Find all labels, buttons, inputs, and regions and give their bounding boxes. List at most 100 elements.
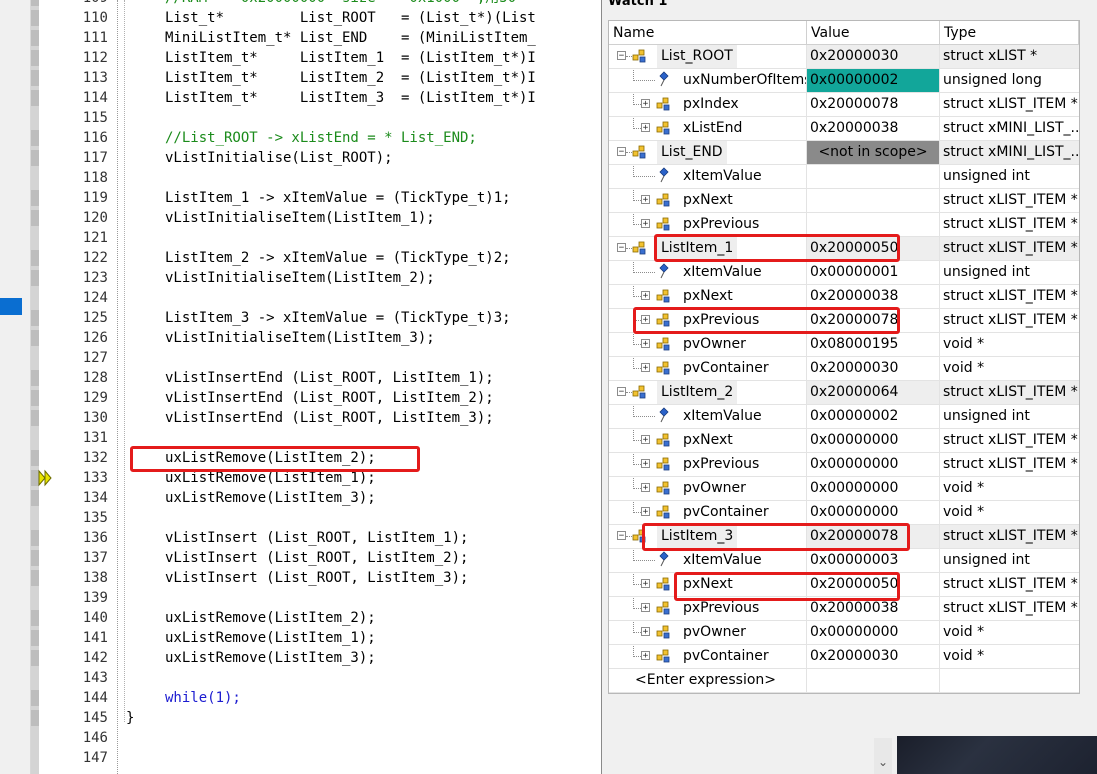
code-line[interactable]: 114 ListItem_t* ListItem_3 = (ListItem_t*… [0,88,604,108]
watch-row[interactable]: + pxPrevious 0x00000000 struct xLIST_ITEM * [609,453,1079,477]
watch-cell-value[interactable]: 0x20000030 [807,357,940,381]
watch-row[interactable]: + pvContainer 0x20000030 void * [609,357,1079,381]
watch-cell-name[interactable]: − ListItem_3 [609,525,807,549]
watch-cell-name[interactable]: xItemValue [609,549,807,573]
watch-row[interactable]: + xListEnd 0x20000038 struct xMINI_LIST_... [609,117,1079,141]
code-line[interactable]: 109 //RAM 0x20000000 size 0x1000 ,用50 [0,0,604,8]
code-line[interactable]: 112 ListItem_t* ListItem_1 = (ListItem_t*… [0,48,604,68]
watch-cell-name[interactable]: uxNumberOfItems [609,69,807,93]
watch-row[interactable]: + pxNext struct xLIST_ITEM * [609,189,1079,213]
collapse-icon[interactable]: − [617,387,626,397]
watch-cell-value[interactable] [807,669,940,693]
watch-cell-value[interactable] [807,213,940,237]
watch-row[interactable]: <Enter expression> [609,669,1079,693]
expand-icon[interactable]: + [641,435,650,445]
watch-row[interactable]: + pvOwner 0x08000195 void * [609,333,1079,357]
watch-cell-name[interactable]: + pxPrevious [609,213,807,237]
code-line[interactable]: 140 uxListRemove(ListItem_2); [0,608,604,628]
expand-icon[interactable]: + [641,363,650,373]
watch-cell-name[interactable]: + pxIndex [609,93,807,117]
code-line[interactable]: 124 [0,288,604,308]
watch-cell-name[interactable]: xItemValue [609,261,807,285]
code-line[interactable]: 116 //List_ROOT -> xListEnd = * List_END; [0,128,604,148]
watch-cell-name[interactable]: + pvOwner [609,621,807,645]
watch-row[interactable]: − ListItem_1 0x20000050 struct xLIST_ITEM * [609,237,1079,261]
watch-cell-name[interactable]: − ListItem_1 [609,237,807,261]
code-line[interactable]: 120 vListInitialiseItem(ListItem_1); [0,208,604,228]
watch-row[interactable]: + pvOwner 0x00000000 void * [609,621,1079,645]
code-line[interactable]: 146 [0,728,604,748]
code-line[interactable]: 113 ListItem_t* ListItem_2 = (ListItem_t*… [0,68,604,88]
code-line[interactable]: 137 vListInsert (List_ROOT, ListItem_2); [0,548,604,568]
expand-icon[interactable]: + [641,603,650,613]
watch-row[interactable]: − ListItem_2 0x20000064 struct xLIST_ITEM * [609,381,1079,405]
collapse-icon[interactable]: − [617,531,626,541]
expand-icon[interactable]: + [641,507,650,517]
watch-cell-name[interactable]: + pvContainer [609,645,807,669]
watch-cell-name[interactable]: + pxPrevious [609,597,807,621]
code-line[interactable]: 141 uxListRemove(ListItem_1); [0,628,604,648]
watch-cell-name[interactable]: + pvOwner [609,477,807,501]
watch-cell-name[interactable]: − ListItem_2 [609,381,807,405]
watch-cell-name[interactable]: + pxNext [609,429,807,453]
watch-row[interactable]: + pxPrevious 0x20000078 struct xLIST_ITEM * [609,309,1079,333]
watch-cell-value[interactable]: 0x20000030 [807,45,940,69]
code-line[interactable]: 145} [0,708,604,728]
code-line[interactable]: 134 uxListRemove(ListItem_3); [0,488,604,508]
watch-cell-name[interactable]: + pxPrevious [609,453,807,477]
watch-cell-name[interactable]: + xListEnd [609,117,807,141]
watch-cell-value[interactable]: 0x20000064 [807,381,940,405]
watch-table[interactable]: Name Value Type − List_ROOT 0x20000030 stru… [608,20,1080,694]
watch-row[interactable]: − List_ROOT 0x20000030 struct xLIST * [609,45,1079,69]
code-line[interactable]: 110 List_t* List_ROOT = (List_t*)(List [0,8,604,28]
watch-cell-name[interactable]: + pvOwner [609,333,807,357]
watch-cell-value[interactable]: 0x00000000 [807,477,940,501]
watch-row[interactable]: + pvOwner 0x00000000 void * [609,477,1079,501]
watch-cell-value[interactable]: 0x00000001 [807,261,940,285]
code-line[interactable]: 131 [0,428,604,448]
expand-icon[interactable]: + [641,579,650,589]
code-line[interactable]: 117 vListInitialise(List_ROOT); [0,148,604,168]
code-line[interactable]: 136 vListInsert (List_ROOT, ListItem_1); [0,528,604,548]
expand-icon[interactable]: + [641,339,650,349]
watch-cell-value[interactable]: 0x20000050 [807,237,940,261]
watch-window[interactable]: Watch 1 Name Value Type − List_ROOT 0x2000… [601,0,1097,774]
watch-row[interactable]: + pvContainer 0x00000000 void * [609,501,1079,525]
collapse-icon[interactable]: − [617,51,626,61]
watch-cell-value[interactable]: 0x20000050 [807,573,940,597]
collapse-icon[interactable]: − [617,147,626,157]
watch-cell-name[interactable]: + pvContainer [609,357,807,381]
watch-cell-value[interactable]: 0x20000078 [807,525,940,549]
code-line[interactable]: 143 [0,668,604,688]
expand-icon[interactable]: + [641,219,650,229]
code-line[interactable]: 132 uxListRemove(ListItem_2); [0,448,604,468]
column-header-name[interactable]: Name [609,21,807,45]
column-header-type[interactable]: Type [940,21,1079,45]
watch-row[interactable]: + pxNext 0x20000038 struct xLIST_ITEM * [609,285,1079,309]
expand-icon[interactable]: + [641,459,650,469]
expand-icon[interactable]: + [641,651,650,661]
watch-cell-value[interactable]: 0x00000003 [807,549,940,573]
watch-cell-name[interactable]: + pxPrevious [609,309,807,333]
code-editor[interactable]: 109 //RAM 0x20000000 size 0x1000 ,用50 110 L… [0,0,604,774]
column-header-value[interactable]: Value [807,21,940,45]
code-line[interactable]: 118 [0,168,604,188]
watch-cell-name[interactable]: + pxNext [609,285,807,309]
watch-cell-value[interactable]: 0x00000000 [807,429,940,453]
watch-cell-value[interactable]: 0x00000000 [807,453,940,477]
code-line[interactable]: 127 [0,348,604,368]
code-line[interactable]: 125 ListItem_3 -> xItemValue = (TickType_… [0,308,604,328]
watch-cell-value[interactable]: 0x08000195 [807,333,940,357]
expand-icon[interactable]: + [641,99,650,109]
watch-cell-name[interactable]: xItemValue [609,165,807,189]
watch-row[interactable]: + pxPrevious 0x20000038 struct xLIST_ITEM * [609,597,1079,621]
expand-icon[interactable]: + [641,483,650,493]
watch-cell-value[interactable]: 0x00000000 [807,501,940,525]
expand-icon[interactable]: + [641,291,650,301]
watch-cell-name[interactable]: + pxNext [609,189,807,213]
code-line[interactable]: 111 MiniListItem_t* List_END = (MiniListI… [0,28,604,48]
watch-cell-value[interactable]: 0x00000000 [807,621,940,645]
watch-row[interactable]: − List_END <not in scope> struct xMINI_LIST… [609,141,1079,165]
watch-cell-value[interactable] [807,189,940,213]
collapse-icon[interactable]: − [617,243,626,253]
